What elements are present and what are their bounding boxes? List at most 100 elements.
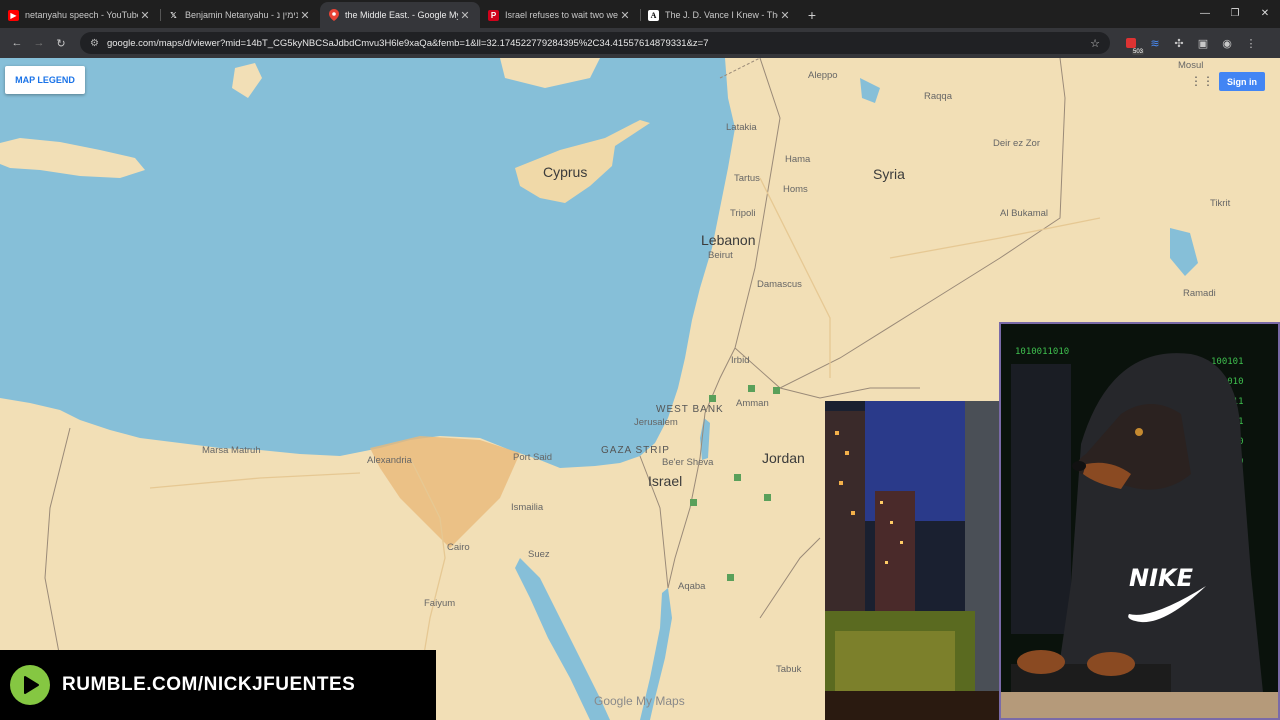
- city-label: Jerusalem: [634, 417, 678, 428]
- city-label: Mosul: [1178, 60, 1204, 71]
- city-night-scene: [825, 401, 1001, 720]
- tab-title: the Middle East. - Google My M: [345, 10, 458, 20]
- city-label: Marsa Matruh: [202, 445, 261, 456]
- city-label: Be'er Sheva: [662, 457, 714, 468]
- profile-icon[interactable]: ◉: [1216, 32, 1238, 54]
- browser-tab-strip: ▶ netanyahu speech - YouTube ✕ 𝕏 Benjami…: [0, 0, 1280, 28]
- country-label-syria: Syria: [873, 166, 905, 182]
- extensions-area: 503 ≋ ✣ ▣ ◉ ⋮: [1120, 32, 1262, 55]
- extension-count: 503: [1131, 49, 1144, 55]
- minimize-icon[interactable]: —: [1190, 0, 1220, 26]
- hooded-dog-avatar: 10100110100101101100 1100101011001101011…: [1001, 324, 1278, 718]
- sidepanel-icon[interactable]: ▣: [1192, 32, 1214, 54]
- x-icon: 𝕏: [170, 10, 177, 20]
- new-tab-button[interactable]: +: [800, 2, 824, 28]
- lake-shape: [860, 78, 880, 103]
- url-text: google.com/maps/d/viewer?mid=14bT_CG5kyN…: [106, 37, 709, 49]
- window-controls: — ❐ ✕: [1190, 0, 1280, 26]
- close-tab-icon[interactable]: ✕: [778, 9, 792, 22]
- apps-grid-icon[interactable]: ⋮⋮: [1190, 74, 1214, 88]
- country-label-cyprus: Cyprus: [543, 164, 588, 180]
- rumble-url-text: RUMBLE.COM/NICKJFUENTES: [62, 674, 356, 695]
- city-label: Amman: [736, 398, 769, 409]
- city-label: Al Bukamal: [1000, 208, 1049, 219]
- map-marker[interactable]: [734, 474, 741, 481]
- map-marker[interactable]: [690, 499, 697, 506]
- city-label: Aqaba: [678, 581, 706, 592]
- close-tab-icon[interactable]: ✕: [138, 9, 152, 22]
- close-window-icon[interactable]: ✕: [1250, 0, 1280, 26]
- bookmark-star-icon[interactable]: ☆: [1090, 37, 1100, 50]
- svg-text:100101: 100101: [1211, 357, 1244, 367]
- tab-title: Benjamin Netanyahu - בנימין נ: [185, 10, 298, 20]
- nike-logo-text: NIKE: [1129, 564, 1194, 592]
- city-label: Port Said: [513, 452, 553, 463]
- country-label-israel: Israel: [648, 473, 683, 489]
- extensions-puzzle-icon[interactable]: ✣: [1168, 32, 1190, 54]
- tab-politico[interactable]: P Israel refuses to wait two week ✕: [480, 2, 640, 28]
- maps-pin-icon: [328, 9, 339, 21]
- atlantic-icon: A: [648, 9, 659, 21]
- country-label-jordan: Jordan: [762, 450, 805, 466]
- city-label: Tripoli: [730, 208, 756, 219]
- city-label: Latakia: [726, 122, 757, 133]
- screen: ▶ netanyahu speech - YouTube ✕ 𝕏 Benjami…: [0, 0, 1280, 720]
- city-label: Cairo: [447, 542, 470, 553]
- tab-title: Israel refuses to wait two week: [505, 10, 618, 20]
- reload-icon[interactable]: ↻: [50, 32, 72, 54]
- rumble-play-icon: [10, 665, 50, 705]
- city-label: Hama: [785, 154, 811, 165]
- city-label: Tabuk: [776, 664, 802, 675]
- forward-icon[interactable]: →: [28, 32, 50, 54]
- tab-atlantic[interactable]: A The J. D. Vance I Knew - The Atl ✕: [640, 2, 800, 28]
- region-label-gaza-strip: GAZA STRIP: [601, 445, 670, 456]
- close-tab-icon[interactable]: ✕: [298, 9, 312, 22]
- site-info-icon[interactable]: ⚙: [90, 38, 99, 49]
- country-label-lebanon: Lebanon: [701, 232, 756, 248]
- city-label: Raqqa: [924, 91, 952, 102]
- city-label: Faiyum: [424, 598, 456, 609]
- map-marker[interactable]: [748, 385, 755, 392]
- lake-shape: [1170, 228, 1198, 276]
- city-label: Tikrit: [1210, 198, 1231, 209]
- politico-icon: P: [488, 9, 499, 21]
- back-icon[interactable]: ←: [6, 32, 28, 54]
- city-label: Homs: [783, 184, 808, 195]
- tab-title: The J. D. Vance I Knew - The Atl: [665, 10, 778, 20]
- youtube-icon: ▶: [8, 9, 19, 21]
- city-label: Deir ez Zor: [993, 138, 1040, 149]
- map-marker[interactable]: [764, 494, 771, 501]
- dead-sea: [700, 418, 710, 460]
- extension-badge-icon[interactable]: 503: [1120, 32, 1144, 55]
- audio-wave-icon[interactable]: ≋: [1144, 32, 1166, 54]
- city-label: Beirut: [708, 250, 733, 261]
- map-marker[interactable]: [773, 387, 780, 394]
- tab-x-netanyahu[interactable]: 𝕏 Benjamin Netanyahu - בנימין נ ✕: [160, 2, 320, 28]
- tab-youtube[interactable]: ▶ netanyahu speech - YouTube ✕: [0, 2, 160, 28]
- city-label: Ismailia: [511, 502, 544, 513]
- mediterranean-sea: [0, 58, 735, 468]
- city-label: Damascus: [757, 279, 802, 290]
- tab-title: netanyahu speech - YouTube: [25, 10, 138, 20]
- address-bar[interactable]: ⚙ google.com/maps/d/viewer?mid=14bT_CG5k…: [80, 32, 1110, 54]
- map-marker[interactable]: [727, 574, 734, 581]
- city-label: Aleppo: [808, 70, 838, 81]
- menu-kebab-icon[interactable]: ⋮: [1240, 32, 1262, 54]
- restore-icon[interactable]: ❐: [1220, 0, 1250, 26]
- close-tab-icon[interactable]: ✕: [618, 9, 632, 22]
- close-tab-icon[interactable]: ✕: [458, 9, 472, 22]
- svg-text:1010011010: 1010011010: [1015, 347, 1069, 357]
- streamer-avatar-overlay: 10100110100101101100 1100101011001101011…: [999, 322, 1280, 720]
- rumble-banner: RUMBLE.COM/NICKJFUENTES: [0, 650, 436, 720]
- city-label: Suez: [528, 549, 550, 560]
- city-label: Tartus: [734, 173, 760, 184]
- tab-google-my-maps[interactable]: the Middle East. - Google My M ✕: [320, 2, 480, 28]
- city-label: Ramadi: [1183, 288, 1216, 299]
- map-marker[interactable]: [709, 395, 716, 402]
- browser-toolbar: ← → ↻ ⚙ google.com/maps/d/viewer?mid=14b…: [0, 28, 1280, 58]
- nile-delta: [370, 436, 520, 548]
- city-label: Alexandria: [367, 455, 412, 466]
- city-label: Irbid: [731, 355, 750, 366]
- map-legend-button[interactable]: MAP LEGEND: [5, 66, 85, 94]
- sign-in-button[interactable]: Sign in: [1219, 72, 1265, 91]
